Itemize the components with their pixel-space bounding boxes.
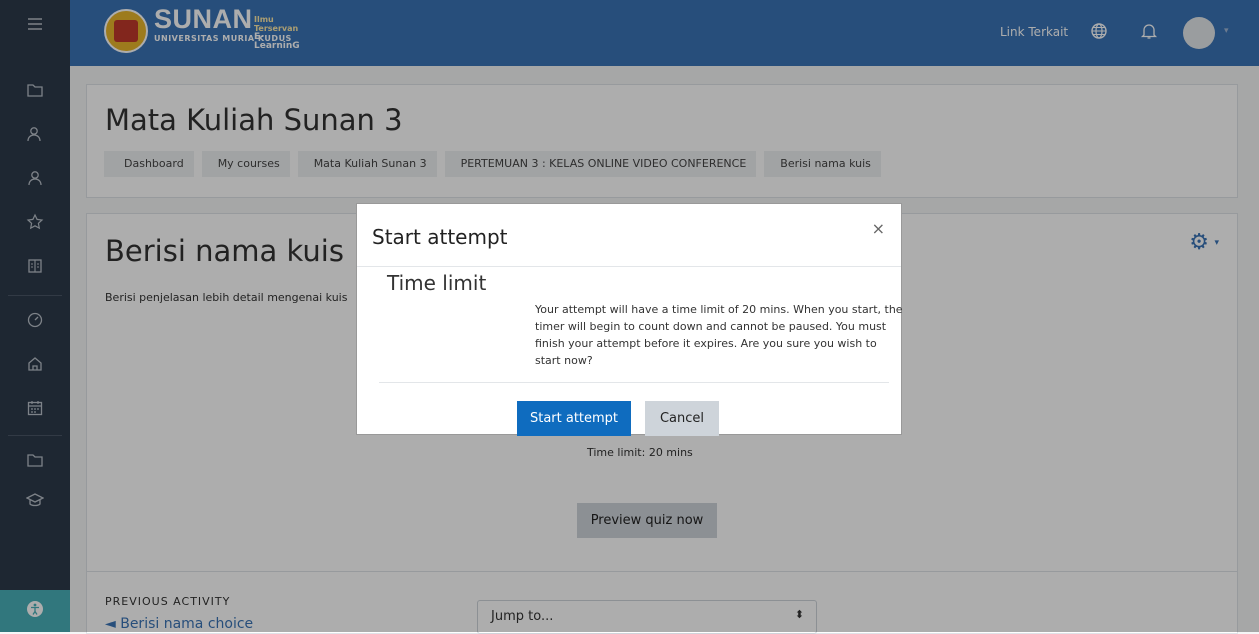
cancel-button[interactable]: Cancel [645,401,719,436]
time-limit-heading: Time limit [387,271,487,295]
close-icon[interactable]: × [872,219,885,238]
divider [357,266,901,267]
start-attempt-dialog: Start attempt × Time limit Your attempt … [356,203,903,436]
start-attempt-button[interactable]: Start attempt [517,401,631,436]
time-limit-message: Your attempt will have a time limit of 2… [535,303,903,367]
divider [379,382,889,383]
dialog-title: Start attempt [372,225,508,249]
